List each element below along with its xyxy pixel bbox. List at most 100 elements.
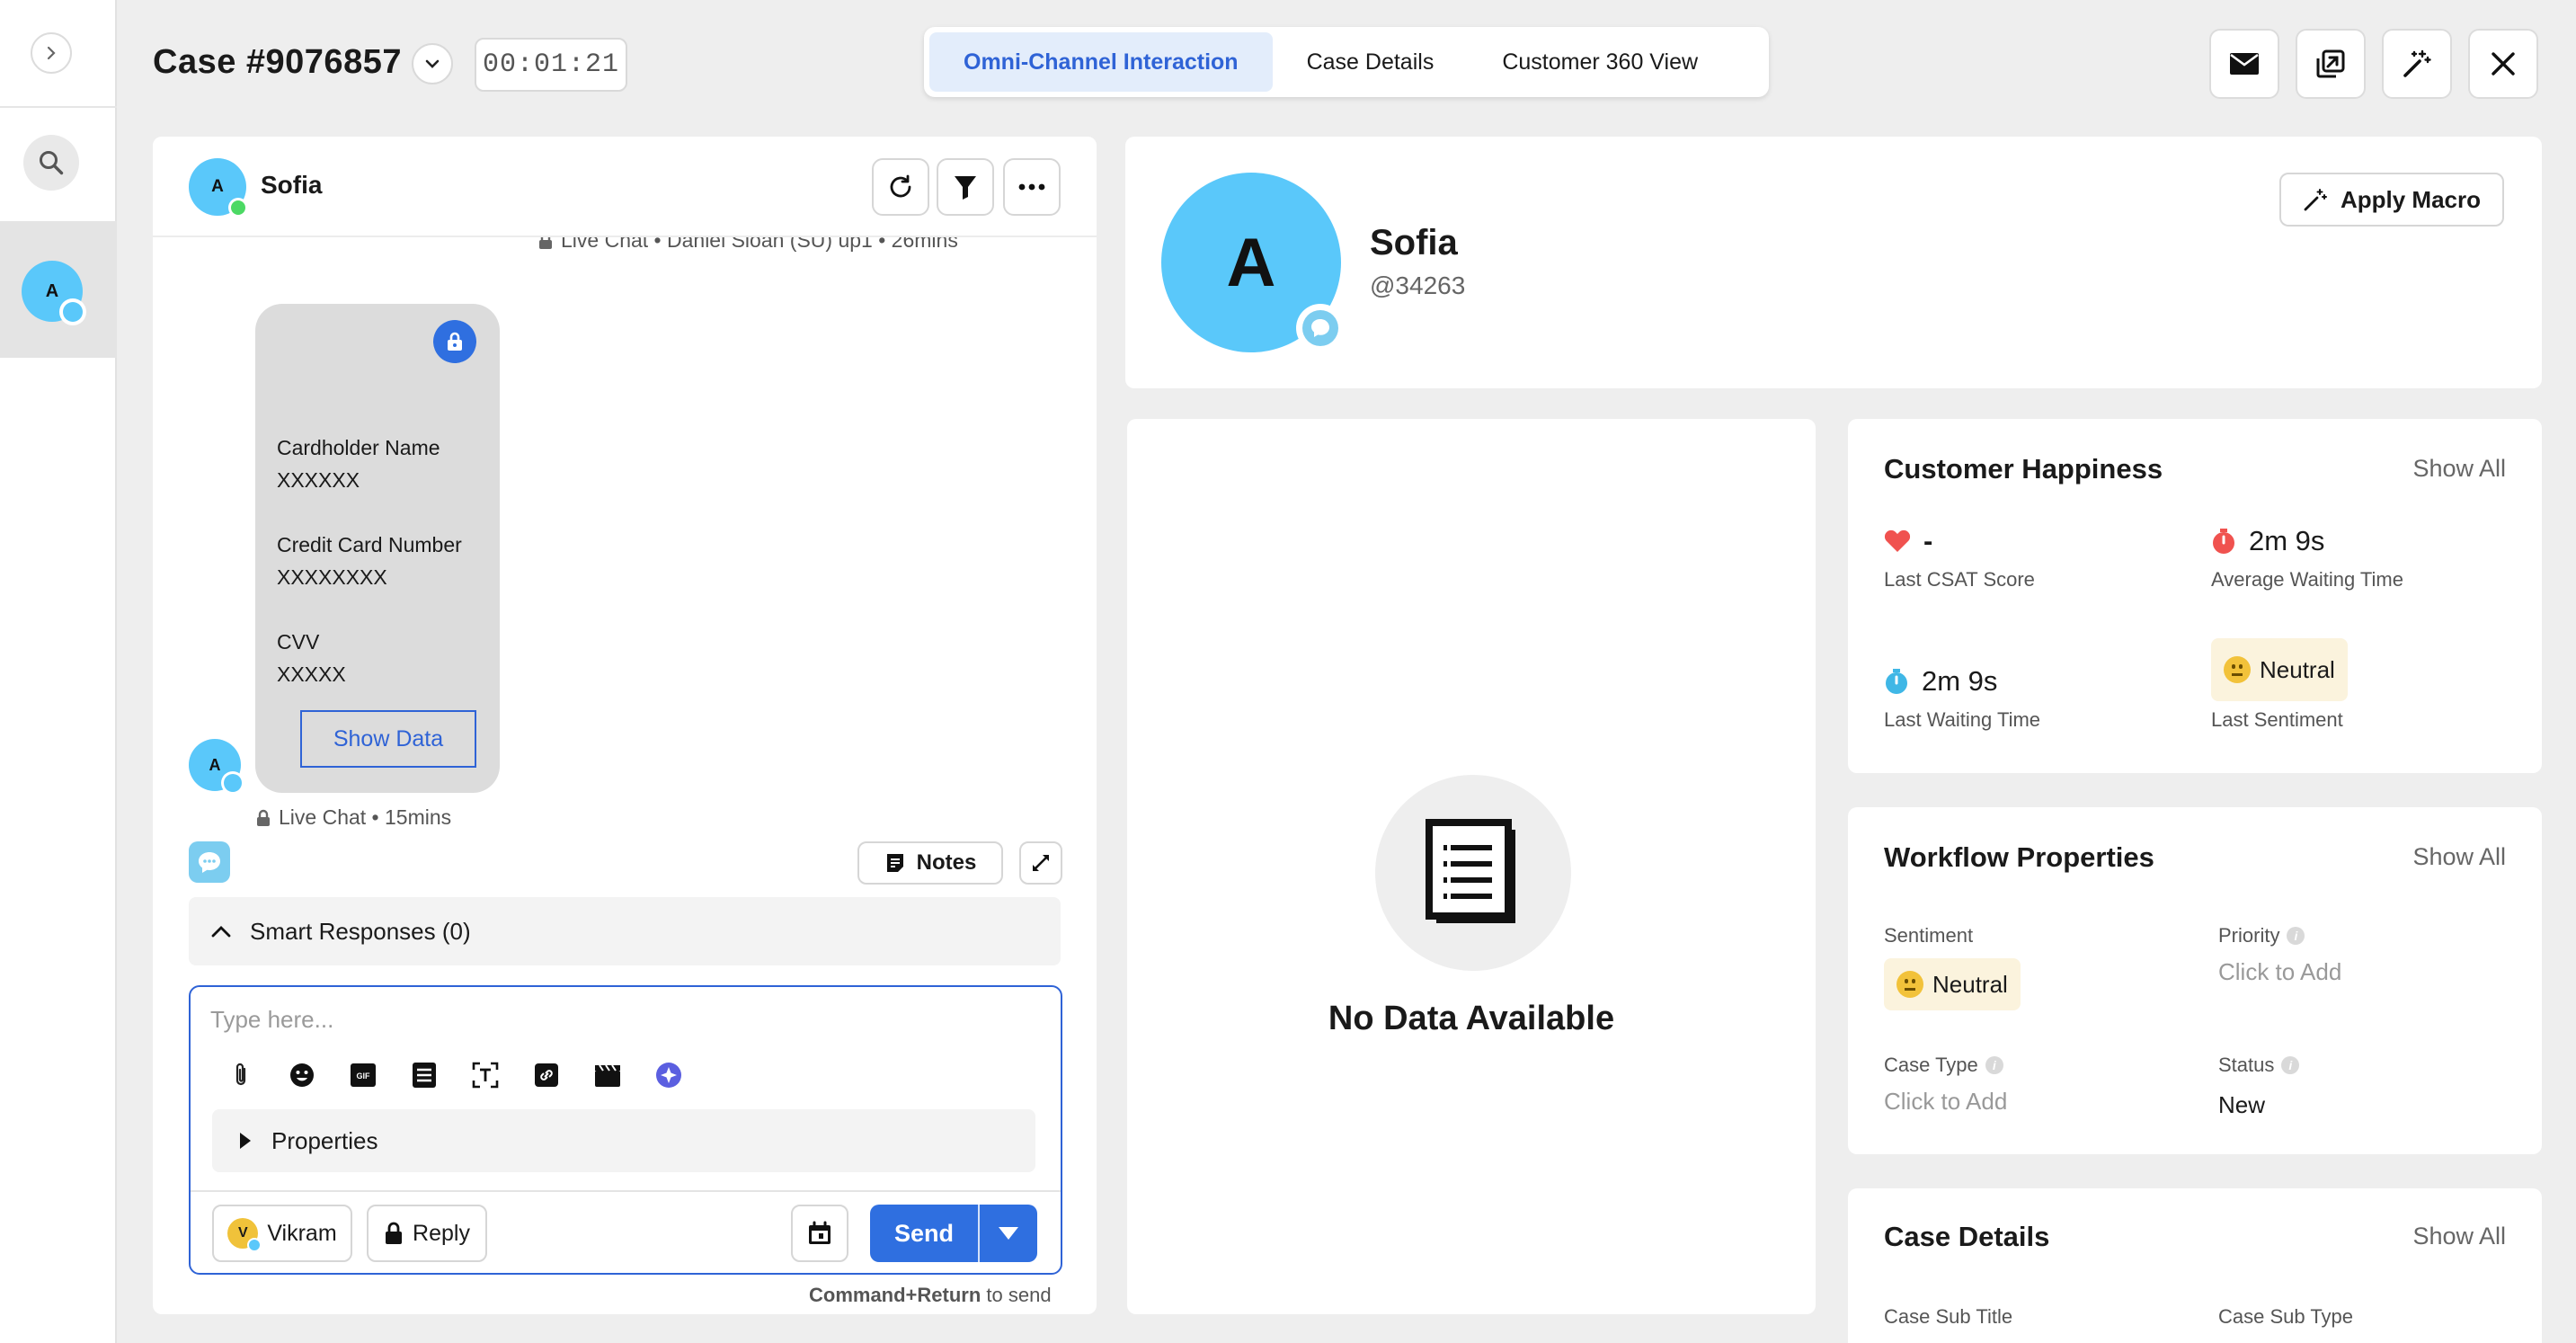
smart-responses-toggle[interactable]: Smart Responses (0) (189, 897, 1061, 965)
case-timer: 00:01:21 (475, 38, 627, 92)
calendar-icon (809, 1221, 831, 1244)
case-type-field-label: Case Type i (1884, 1054, 2003, 1077)
average-waiting-time-label: Average Waiting Time (2211, 568, 2403, 591)
magic-button[interactable] (2382, 29, 2452, 99)
chevron-down-icon (425, 59, 440, 68)
email-button[interactable] (2209, 29, 2279, 99)
cvv-value: XXXXX (277, 663, 346, 686)
filter-button[interactable] (937, 158, 994, 216)
last-sentiment-value: Neutral (2260, 655, 2335, 683)
contact-name: Sofia (261, 171, 323, 199)
apply-macro-label: Apply Macro (2340, 185, 2482, 213)
case-title: Case #9076857 (153, 43, 402, 81)
average-waiting-time-value: 2m 9s (2249, 525, 2325, 556)
chevron-up-icon (211, 926, 231, 938)
neutral-face-icon (2224, 656, 2251, 683)
last-sentiment-label: Last Sentiment (2211, 708, 2343, 731)
lock-icon (257, 809, 270, 826)
clapperboard-icon (595, 1064, 620, 1087)
send-options-button[interactable] (980, 1205, 1037, 1262)
message-meta-bottom-text: Live Chat • 15mins (279, 805, 452, 829)
message-composer: GIF Properties V Vikram Reply (189, 985, 1062, 1275)
case-details-show-all[interactable]: Show All (2412, 1223, 2506, 1250)
customer-channel-icon (1296, 304, 1345, 352)
popout-button[interactable] (2296, 29, 2366, 99)
average-waiting-time: 2m 9s (2211, 525, 2324, 557)
svg-text:GIF: GIF (357, 1072, 371, 1081)
magic-wand-icon (2304, 189, 2327, 211)
status-field-label-text: Status (2218, 1054, 2275, 1076)
more-options-button[interactable] (1003, 158, 1061, 216)
properties-toggle[interactable]: Properties (212, 1109, 1035, 1172)
workflow-properties-title: Workflow Properties (1884, 841, 2154, 873)
tab-case-details[interactable]: Case Details (1273, 32, 1469, 92)
refresh-button[interactable] (872, 158, 929, 216)
customer-name: Sofia (1370, 223, 1458, 262)
notes-label: Notes (916, 850, 977, 875)
search-icon (40, 151, 64, 175)
media-button[interactable] (591, 1059, 624, 1091)
case-sub-type-label: Case Sub Type (2218, 1305, 2354, 1328)
schedule-button[interactable] (791, 1205, 848, 1262)
rail-search-button[interactable] (23, 135, 79, 191)
more-horizontal-icon (1018, 183, 1045, 191)
notes-button[interactable]: Notes (857, 841, 1003, 885)
neutral-face-icon (1896, 971, 1923, 998)
popout-icon (2316, 49, 2345, 78)
text-scan-button[interactable] (469, 1059, 502, 1091)
send-divider (978, 1205, 980, 1262)
case-type-field-label-text: Case Type (1884, 1054, 1978, 1076)
template-button[interactable] (408, 1059, 440, 1091)
priority-field-label-text: Priority (2218, 924, 2280, 947)
expand-composer-button[interactable] (1019, 841, 1062, 885)
priority-field-label: Priority i (2218, 924, 2305, 947)
customer-handle: @34263 (1370, 271, 1466, 299)
show-data-button[interactable]: Show Data (300, 710, 476, 768)
card-number-label: Credit Card Number (277, 533, 462, 556)
text-scan-icon (472, 1062, 499, 1089)
send-shortcut-key: Command+Return (809, 1284, 982, 1306)
gif-button[interactable]: GIF (347, 1059, 379, 1091)
rail-active-conversation[interactable]: A (0, 221, 117, 358)
agent-name: Vikram (267, 1220, 337, 1246)
agent-selector-button[interactable]: V Vikram (212, 1205, 352, 1262)
empty-document-icon (1375, 775, 1571, 971)
reply-mode-button[interactable]: Reply (367, 1205, 487, 1262)
customer-happiness-show-all[interactable]: Show All (2412, 455, 2506, 483)
rail-divider (0, 106, 117, 108)
sentiment-field-label: Sentiment (1884, 924, 1973, 947)
caret-right-icon (240, 1133, 251, 1149)
chevron-right-icon (47, 46, 56, 60)
send-button[interactable]: Send (870, 1205, 978, 1262)
workflow-properties-show-all[interactable]: Show All (2412, 843, 2506, 871)
magic-wand-icon (2403, 49, 2431, 77)
info-icon: i (1985, 1056, 2003, 1074)
customer-happiness-panel: Customer Happiness Show All - Last CSAT … (1848, 419, 2542, 773)
secure-lock-icon (433, 320, 476, 363)
expand-rail-button[interactable] (31, 32, 72, 74)
lock-icon (386, 1222, 403, 1244)
tab-customer-360[interactable]: Customer 360 View (1468, 32, 1732, 92)
case-dropdown-button[interactable] (412, 43, 453, 84)
close-button[interactable] (2468, 29, 2538, 99)
status-field-value[interactable]: New (2218, 1091, 2265, 1119)
message-input[interactable] (210, 1001, 1019, 1037)
rail-avatar-letter: A (45, 280, 59, 301)
channel-chat-button[interactable] (189, 841, 230, 883)
customer-avatar-letter: A (1226, 224, 1276, 301)
link-button[interactable] (530, 1059, 563, 1091)
csat-score: - (1884, 525, 1932, 557)
priority-field-value[interactable]: Click to Add (2218, 958, 2341, 986)
ai-spark-icon (656, 1063, 681, 1088)
emoji-button[interactable] (286, 1059, 318, 1091)
sentiment-field-value[interactable]: Neutral (1884, 958, 2021, 1010)
case-type-field-value[interactable]: Click to Add (1884, 1088, 2007, 1116)
attach-button[interactable] (225, 1059, 257, 1091)
apply-macro-button[interactable]: Apply Macro (2279, 173, 2504, 227)
tab-omni-channel[interactable]: Omni-Channel Interaction (929, 32, 1273, 92)
online-status-icon (228, 198, 248, 218)
refresh-icon (890, 174, 911, 198)
chat-channel-icon (59, 298, 86, 325)
filter-icon (955, 176, 976, 200)
ai-assist-button[interactable] (653, 1059, 685, 1091)
